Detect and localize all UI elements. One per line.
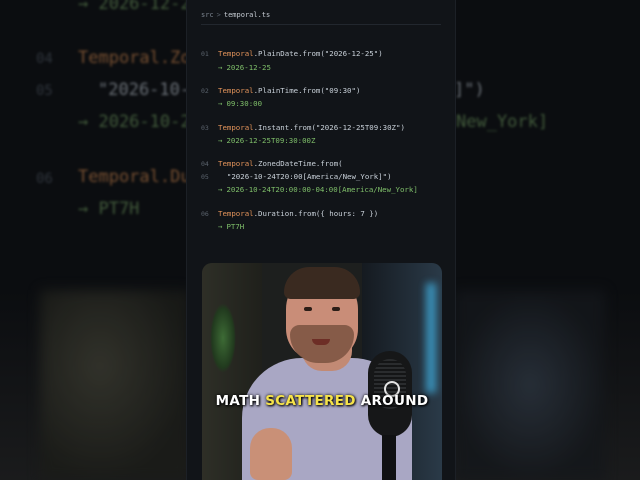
presenter-hair (284, 267, 360, 299)
presenter-video (202, 263, 442, 480)
code-class: Temporal (218, 49, 254, 58)
bg-line-number-05: 05 (36, 83, 53, 99)
result-arrow-icon: → (218, 136, 223, 145)
code-rest: .PlainDate.from("2026-12-25") (253, 49, 383, 58)
bg-line-05: "2026-10- (98, 80, 191, 100)
bg-line-number-04: 04 (36, 51, 53, 67)
result-arrow-icon: → (218, 63, 223, 72)
background-photo-blur-left (40, 290, 190, 480)
result-line-01: → 2026-12-25 (218, 63, 271, 72)
code-line-06: Temporal.Duration.from({ hours: 7 }) (218, 209, 378, 218)
line-number-04: 04 (201, 160, 209, 168)
presenter-eye-right (332, 307, 340, 311)
breadcrumb-file[interactable]: temporal.ts (224, 11, 270, 19)
code-class: Temporal (218, 209, 254, 218)
result-line-06: → PT7H (218, 222, 244, 231)
code-line-02: Temporal.PlainTime.from("09:30") (218, 86, 360, 95)
line-number-02: 02 (201, 87, 209, 95)
bg-line-05-tail: ]") (454, 80, 485, 100)
result-arrow-icon: → (218, 222, 223, 231)
code-class: Temporal (218, 159, 254, 168)
header-divider (201, 24, 441, 25)
bg-line-number-06: 06 (36, 171, 53, 187)
code-rest: .ZonedDateTime.from( (253, 159, 343, 168)
bg-line-06-result: → PT7H (78, 199, 140, 219)
breadcrumb: src > temporal.ts (201, 11, 270, 19)
result-line-05: → 2026-10-24T20:00:00-04:00[America/New_Y… (218, 185, 418, 194)
result-arrow-icon: → (218, 185, 223, 194)
code-rest: .PlainTime.from("09:30") (253, 86, 361, 95)
plant (210, 303, 236, 373)
code-rest: "2026-10-24T20:00[America/New_York]") (218, 172, 392, 181)
presenter-eye-left (304, 307, 312, 311)
breadcrumb-separator: > (216, 11, 221, 19)
breadcrumb-folder[interactable]: src (201, 11, 214, 19)
code-line-03: Temporal.Instant.from("2026-12-25T09:30Z… (218, 123, 405, 132)
caption-highlight-word: SCATTERED (265, 393, 356, 409)
line-number-05: 05 (201, 173, 209, 181)
presenter-hand (250, 428, 292, 480)
bg-line-06: Temporal.Du (78, 167, 191, 187)
code-class: Temporal (218, 123, 254, 132)
bg-top-result: → 2026-12-2 (78, 0, 191, 14)
caption-word: AROUND (360, 393, 429, 409)
line-number-03: 03 (201, 124, 209, 132)
code-rest: .Instant.from("2026-12-25T09:30Z") (253, 123, 405, 132)
result-line-02: → 09:30:00 (218, 99, 262, 108)
code-class: Temporal (218, 86, 254, 95)
bg-line-05-result: → 2026-10-2 (78, 112, 191, 132)
result-value: 2026-10-24T20:00:00-04:00[America/New_Yo… (226, 185, 418, 194)
subtitle-caption: MATH SCATTERED AROUND (202, 393, 442, 409)
code-line-05: "2026-10-24T20:00[America/New_York]") (218, 172, 392, 181)
caption-word: MATH (215, 393, 261, 409)
bg-line-05-result-tail: New_York] (456, 112, 549, 132)
code-line-04: Temporal.ZonedDateTime.from( (218, 159, 343, 168)
result-value: 2026-12-25T09:30:00Z (226, 136, 316, 145)
result-arrow-icon: → (218, 99, 223, 108)
result-line-03: → 2026-12-25T09:30:00Z (218, 136, 315, 145)
result-value: 2026-12-25 (226, 63, 271, 72)
code-line-01: Temporal.PlainDate.from("2026-12-25") (218, 49, 383, 58)
line-number-01: 01 (201, 50, 209, 58)
line-number-06: 06 (201, 210, 209, 218)
bg-line-04: Temporal.Zon (78, 48, 201, 68)
result-value: PT7H (226, 222, 245, 231)
code-rest: .Duration.from({ hours: 7 }) (253, 209, 379, 218)
neon-light (426, 283, 436, 393)
background-photo-blur-right (455, 290, 605, 480)
result-value: 09:30:00 (226, 99, 263, 108)
microphone-stand (382, 435, 396, 480)
